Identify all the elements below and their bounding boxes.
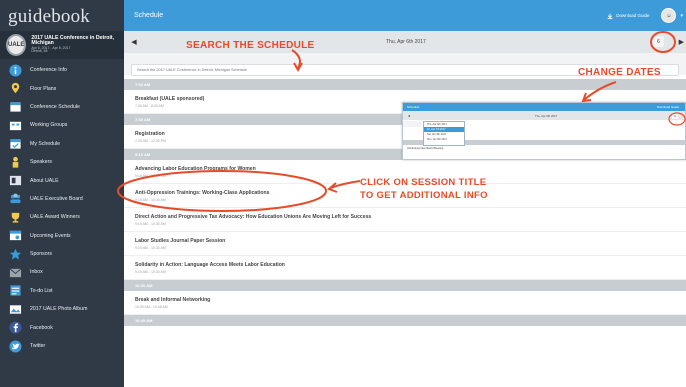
my-calendar-icon (8, 137, 22, 151)
events-icon (8, 229, 22, 243)
sidebar-item-label: Sponsors (30, 251, 52, 258)
download-guide-button[interactable]: Download Guide (607, 13, 649, 19)
sidebar-item-label: Twitter (30, 343, 46, 350)
session-time: 10:30 AM - 10:45 AM (135, 305, 168, 309)
inset-previous-icon: ◂ (408, 113, 411, 118)
guide-card[interactable]: UALE 2017 UALE Conference in Detroit, Mi… (0, 31, 124, 59)
sidebar-item-label: Facebook (30, 324, 53, 331)
sidebar-item-label: Floor Plans (30, 85, 57, 92)
sidebar-item-my-schedule[interactable]: My Schedule (0, 135, 124, 153)
avatar[interactable]: ☺ (661, 8, 677, 23)
session-title[interactable]: Solidarity in Action: Language Access Me… (135, 262, 686, 268)
session-annotation-line1: CLICK ON SESSION TITLE (360, 177, 487, 188)
facebook-icon (8, 321, 22, 335)
session-title[interactable]: Break and Informal Networking (135, 297, 686, 303)
star-icon (8, 247, 22, 261)
inset-download-label: Download Guide (656, 105, 679, 109)
session-item[interactable]: Direct Action and Progressive Tax Advoca… (124, 208, 686, 232)
calendar-icon (8, 100, 22, 114)
sidebar-item-twitter[interactable]: Twitter (0, 337, 124, 355)
sidebar-item-label: To-do List (30, 287, 53, 294)
inset-calendar-button: 6 (672, 112, 678, 119)
sidebar-item-label: Speakers (30, 159, 52, 166)
session-time: 9:15 AM - 10:30 AM (135, 246, 166, 250)
sidebar-item-inbox[interactable]: Inbox (0, 263, 124, 281)
calendar-button[interactable]: 6 (653, 36, 664, 47)
sidebar-item-uale-executive-board[interactable]: UALE Executive Board (0, 190, 124, 208)
speaker-icon (8, 155, 22, 169)
sidebar-item-label: Conference Schedule (30, 103, 80, 110)
session-time: 9:15 AM - 10:30 AM (135, 222, 166, 226)
time-header: 7:00 AM (124, 79, 686, 90)
date-picker-inset: Schedule Download Guide ◂ Thu, Apr 6th 2… (402, 102, 686, 160)
sidebar-item-facebook[interactable]: Facebook (0, 318, 124, 336)
map-pin-icon (8, 82, 22, 96)
session-item[interactable]: Break and Informal Networking 10:30 AM - … (124, 291, 686, 315)
session-time: 9:15 AM - 10:30 AM (135, 270, 166, 274)
sidebar-item-speakers[interactable]: Speakers (0, 153, 124, 171)
inset-search-strip (403, 121, 421, 127)
sidebar-item-label: About UALE (30, 177, 59, 184)
inbox-icon (8, 265, 22, 279)
session-item[interactable]: Labor Studies Journal Paper Session 9:15 … (124, 232, 686, 256)
sidebar-item-label: UALE Executive Board (30, 195, 83, 202)
inset-date-dropdown: Thu, Apr 6th 2017 Fri, Apr 7th 2017 Sat, A… (423, 121, 465, 146)
sidebar-menu: Conference Info Floor Plans Conference Sch… (0, 61, 124, 355)
twitter-icon (8, 339, 22, 353)
brand-logo[interactable]: guidebook (0, 0, 124, 31)
current-date: Thu, Apr 6th 2017 (386, 39, 426, 45)
sidebar-item-uale-award-winners[interactable]: UALE Award Winners (0, 208, 124, 226)
search-annotation: SEARCH THE SCHEDULE (186, 40, 315, 51)
board-icon (8, 192, 22, 206)
sidebar: guidebook UALE 2017 UALE Conference in D… (0, 0, 124, 387)
sidebar-item-about-uale[interactable]: About UALE (0, 171, 124, 189)
session-item[interactable]: Solidarity in Action: Language Access Me… (124, 256, 686, 280)
dates-annotation: CHANGE DATES (578, 67, 661, 78)
guide-location: Detroit, MI (31, 49, 48, 54)
sidebar-item-label: Conference Info (30, 67, 67, 74)
trophy-icon (8, 210, 22, 224)
todo-icon (8, 284, 22, 298)
download-icon (607, 13, 613, 19)
sidebar-item-2017-uale-photo-album[interactable]: 2017 UALE Photo Album (0, 300, 124, 318)
about-icon (8, 174, 22, 188)
time-header: 10:30 AM (124, 280, 686, 291)
photo-icon (8, 302, 22, 316)
sidebar-item-label: My Schedule (30, 140, 60, 147)
sidebar-item-upcoming-events[interactable]: Upcoming Events (0, 227, 124, 245)
sidebar-item-floor-plans[interactable]: Floor Plans (0, 79, 124, 97)
info-icon (8, 63, 22, 77)
chevron-down-icon[interactable]: ▾ (680, 13, 683, 19)
guide-logo-icon: UALE (6, 34, 27, 56)
inset-date-bar: ◂ Thu, Apr 6th 2017 6 (403, 111, 685, 120)
inset-row: UALE Executive Board Meeting (407, 147, 444, 150)
previous-date-button[interactable]: ◀ (124, 38, 144, 46)
sidebar-item-to-do-list[interactable]: To-do List (0, 282, 124, 300)
inset-top-bar: Schedule Download Guide (403, 103, 685, 111)
sidebar-item-label: Upcoming Events (30, 232, 71, 239)
session-annotation-line2: TO GET ADDITIONAL INFO (360, 190, 488, 201)
sidebar-item-sponsors[interactable]: Sponsors (0, 245, 124, 263)
sidebar-item-label: Working Groups (30, 122, 68, 129)
inset-date: Thu, Apr 6th 2017 (535, 114, 558, 118)
download-guide-label: Download Guide (616, 13, 650, 18)
sidebar-item-conference-schedule[interactable]: Conference Schedule (0, 98, 124, 116)
session-title[interactable]: Direct Action and Progressive Tax Advoca… (135, 214, 686, 220)
groups-icon (8, 118, 22, 132)
sidebar-item-label: Inbox (30, 269, 43, 276)
sidebar-item-label: 2017 UALE Photo Album (30, 306, 88, 313)
session-title[interactable]: Advancing Labor Education Programs for W… (135, 166, 686, 172)
sidebar-item-working-groups[interactable]: Working Groups (0, 116, 124, 134)
inset-date-option: Sun, Apr 9th 2017 (427, 138, 448, 141)
time-header: 10:45 AM (124, 315, 686, 326)
page-title: Schedule (134, 12, 164, 19)
sidebar-item-conference-info[interactable]: Conference Info (0, 61, 124, 79)
next-date-button[interactable]: ▶ (679, 38, 684, 46)
top-bar: Schedule Download Guide ☺ ▾ (124, 0, 686, 31)
inset-title: Schedule (407, 105, 420, 109)
session-title[interactable]: Labor Studies Journal Paper Session (135, 238, 686, 244)
sidebar-item-label: UALE Award Winners (30, 214, 80, 221)
